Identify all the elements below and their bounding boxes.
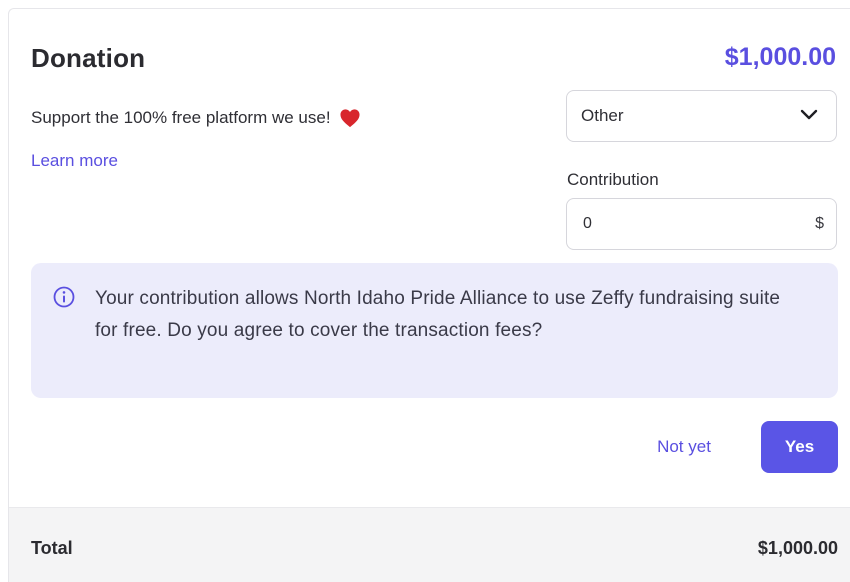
total-value: $1,000.00 bbox=[757, 538, 838, 558]
donation-card: Donation $1,000.00 Support the 100% free… bbox=[8, 8, 850, 582]
support-text: Support the 100% free platform we use! bbox=[31, 108, 331, 127]
yes-button[interactable]: Yes bbox=[761, 421, 838, 473]
info-text: Your contribution allows North Idaho Pri… bbox=[95, 288, 781, 341]
contribution-label: Contribution bbox=[567, 170, 659, 189]
donation-amount: $1,000.00 bbox=[724, 43, 836, 71]
select-value: Other bbox=[581, 106, 624, 125]
chevron-down-icon bbox=[800, 106, 818, 126]
total-footer: Total $1,000.00 bbox=[9, 507, 850, 582]
total-label: Total bbox=[31, 538, 73, 558]
contribution-input[interactable] bbox=[583, 215, 783, 233]
support-message: Support the 100% free platform we use! bbox=[31, 108, 361, 128]
heart-icon bbox=[339, 108, 361, 128]
info-notice: Your contribution allows North Idaho Pri… bbox=[31, 263, 838, 398]
info-icon bbox=[53, 286, 75, 308]
contribution-field[interactable]: $ bbox=[566, 198, 837, 250]
donation-amount-select[interactable]: Other bbox=[566, 90, 837, 142]
not-yet-button[interactable]: Not yet bbox=[641, 421, 727, 473]
currency-symbol: $ bbox=[815, 215, 824, 232]
learn-more-link[interactable]: Learn more bbox=[31, 151, 118, 171]
donation-title: Donation bbox=[31, 43, 146, 73]
